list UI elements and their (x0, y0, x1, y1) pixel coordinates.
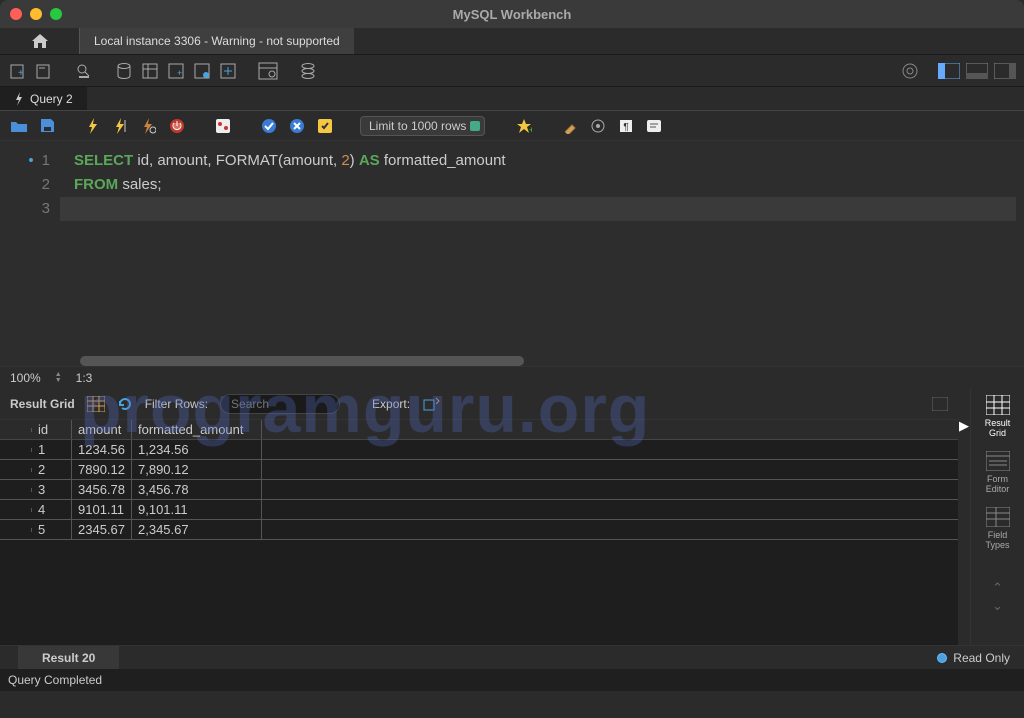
query-tab[interactable]: Query 2 (0, 87, 87, 110)
wrap-icon[interactable]: ¶ (617, 117, 635, 135)
expand-arrow[interactable]: ▶ (958, 388, 970, 645)
horizontal-scrollbar[interactable] (80, 356, 524, 366)
snippet-icon[interactable] (645, 117, 663, 135)
find-icon[interactable] (561, 117, 579, 135)
db-icon-3[interactable]: + (166, 61, 186, 81)
sql-preview-icon[interactable] (258, 61, 278, 81)
svg-text:+: + (529, 125, 532, 134)
db-icon-1[interactable] (114, 61, 134, 81)
table-row[interactable]: 11234.561,234.56 (0, 440, 958, 460)
zoom-stepper[interactable]: ▲▼ (55, 372, 62, 384)
zoom-level: 100% (10, 371, 41, 385)
side-field-types[interactable]: Field Types (985, 506, 1011, 550)
table-row[interactable]: 52345.672,345.67 (0, 520, 958, 540)
line-gutter: 1 2 3 (0, 141, 60, 366)
readonly-dot-icon (937, 653, 947, 663)
beautify-icon[interactable]: + (515, 117, 533, 135)
execute-icon[interactable] (84, 117, 102, 135)
db-icon-5[interactable] (218, 61, 238, 81)
main-toolbar: + + (0, 55, 1024, 87)
side-form-editor[interactable]: Form Editor (985, 450, 1011, 494)
result-side-panel: Result Grid Form Editor Field Types ⌃⌄ (970, 388, 1024, 645)
grid-icon (87, 396, 105, 412)
connection-tab[interactable]: Local instance 3306 - Warning - not supp… (80, 28, 354, 54)
panel-toggle-left[interactable] (938, 63, 960, 79)
cursor-position: 1:3 (76, 371, 93, 385)
new-sql-tab-icon[interactable]: + (8, 61, 28, 81)
home-icon (31, 33, 49, 49)
result-grid-label: Result Grid (10, 397, 75, 411)
pane-icon[interactable] (932, 397, 948, 411)
db-icon-2[interactable] (140, 61, 160, 81)
read-only-indicator: Read Only (937, 651, 1024, 665)
col-amount[interactable]: amount (72, 420, 132, 439)
open-file-icon[interactable] (10, 117, 28, 135)
query-tab-label: Query 2 (30, 92, 73, 106)
limit-rows-select[interactable]: Limit to 1000 rows (360, 116, 485, 136)
rollback-icon[interactable] (288, 117, 306, 135)
status-text: Query Completed (8, 673, 102, 687)
inspector-icon[interactable] (74, 61, 94, 81)
panel-toggle-right[interactable] (994, 63, 1016, 79)
titlebar: MySQL Workbench (0, 0, 1024, 28)
zoom-bar: 100% ▲▼ 1:3 (0, 366, 1024, 388)
result-tab[interactable]: Result 20 (18, 646, 119, 669)
export-icon[interactable] (422, 396, 440, 412)
db-stack-icon[interactable] (298, 61, 318, 81)
side-nav-arrows[interactable]: ⌃⌄ (992, 580, 1003, 614)
connection-tabbar: Local instance 3306 - Warning - not supp… (0, 28, 1024, 55)
table-row[interactable]: 27890.127,890.12 (0, 460, 958, 480)
stop-icon[interactable] (168, 117, 186, 135)
save-file-icon[interactable] (38, 117, 56, 135)
open-sql-file-icon[interactable] (34, 61, 54, 81)
col-id[interactable]: id (32, 420, 72, 439)
table-row[interactable]: 33456.783,456.78 (0, 480, 958, 500)
svg-text:+: + (177, 68, 182, 78)
db-icon-4[interactable] (192, 61, 212, 81)
query-tabbar: Query 2 (0, 87, 1024, 111)
svg-text:+: + (18, 68, 24, 79)
autocommit-icon[interactable] (316, 117, 334, 135)
app-title: MySQL Workbench (0, 7, 1024, 22)
settings-gear-icon[interactable] (900, 61, 920, 81)
no-limit-icon[interactable] (214, 117, 232, 135)
result-table: id amount formatted_amount 11234.561,234… (0, 420, 958, 645)
lightning-icon (14, 92, 24, 106)
code-area[interactable]: SELECT id, amount, FORMAT(amount, 2) AS … (60, 141, 1024, 366)
commit-icon[interactable] (260, 117, 278, 135)
execute-current-icon[interactable] (112, 117, 130, 135)
result-tabbar: Result 20 Read Only (0, 645, 1024, 669)
status-bar: Query Completed (0, 669, 1024, 691)
export-label: Export: (372, 397, 410, 411)
result-toolbar: Result Grid Filter Rows: Export: (0, 388, 958, 420)
sql-editor[interactable]: 1 2 3 SELECT id, amount, FORMAT(amount, … (0, 141, 1024, 366)
panel-toggle-bottom[interactable] (966, 63, 988, 79)
side-result-grid[interactable]: Result Grid (985, 394, 1011, 438)
refresh-icon[interactable] (117, 396, 133, 412)
invisible-chars-icon[interactable] (589, 117, 607, 135)
table-row[interactable]: 49101.119,101.11 (0, 500, 958, 520)
col-formatted[interactable]: formatted_amount (132, 420, 262, 439)
filter-label: Filter Rows: (145, 397, 208, 411)
row-header-blank (0, 428, 32, 432)
filter-rows-input[interactable] (220, 394, 340, 414)
svg-text:¶: ¶ (624, 122, 629, 133)
explain-icon[interactable] (140, 117, 158, 135)
home-tab[interactable] (0, 28, 80, 54)
editor-toolbar: Limit to 1000 rows + ¶ (0, 111, 1024, 141)
